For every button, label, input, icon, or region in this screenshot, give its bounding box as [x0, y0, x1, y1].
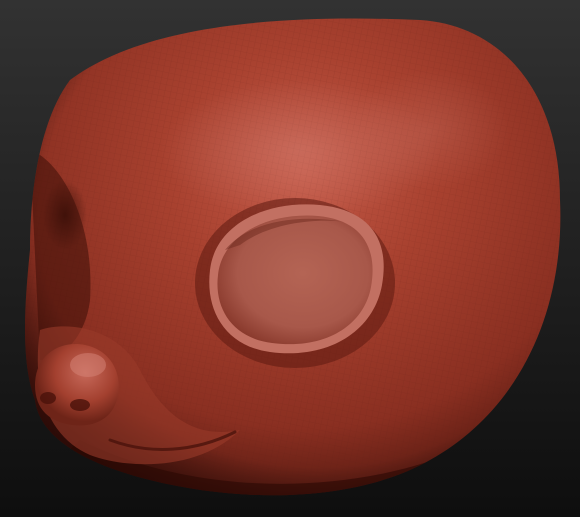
- right-nostril: [70, 399, 90, 411]
- nose-highlight: [70, 353, 106, 377]
- nose: [35, 344, 119, 426]
- eye-socket: [195, 198, 395, 368]
- render-canvas: [0, 0, 580, 517]
- left-nostril: [40, 392, 56, 404]
- side-socket: [43, 180, 87, 250]
- temple-highlight: [350, 70, 510, 190]
- sculpt-viewport[interactable]: [0, 0, 580, 517]
